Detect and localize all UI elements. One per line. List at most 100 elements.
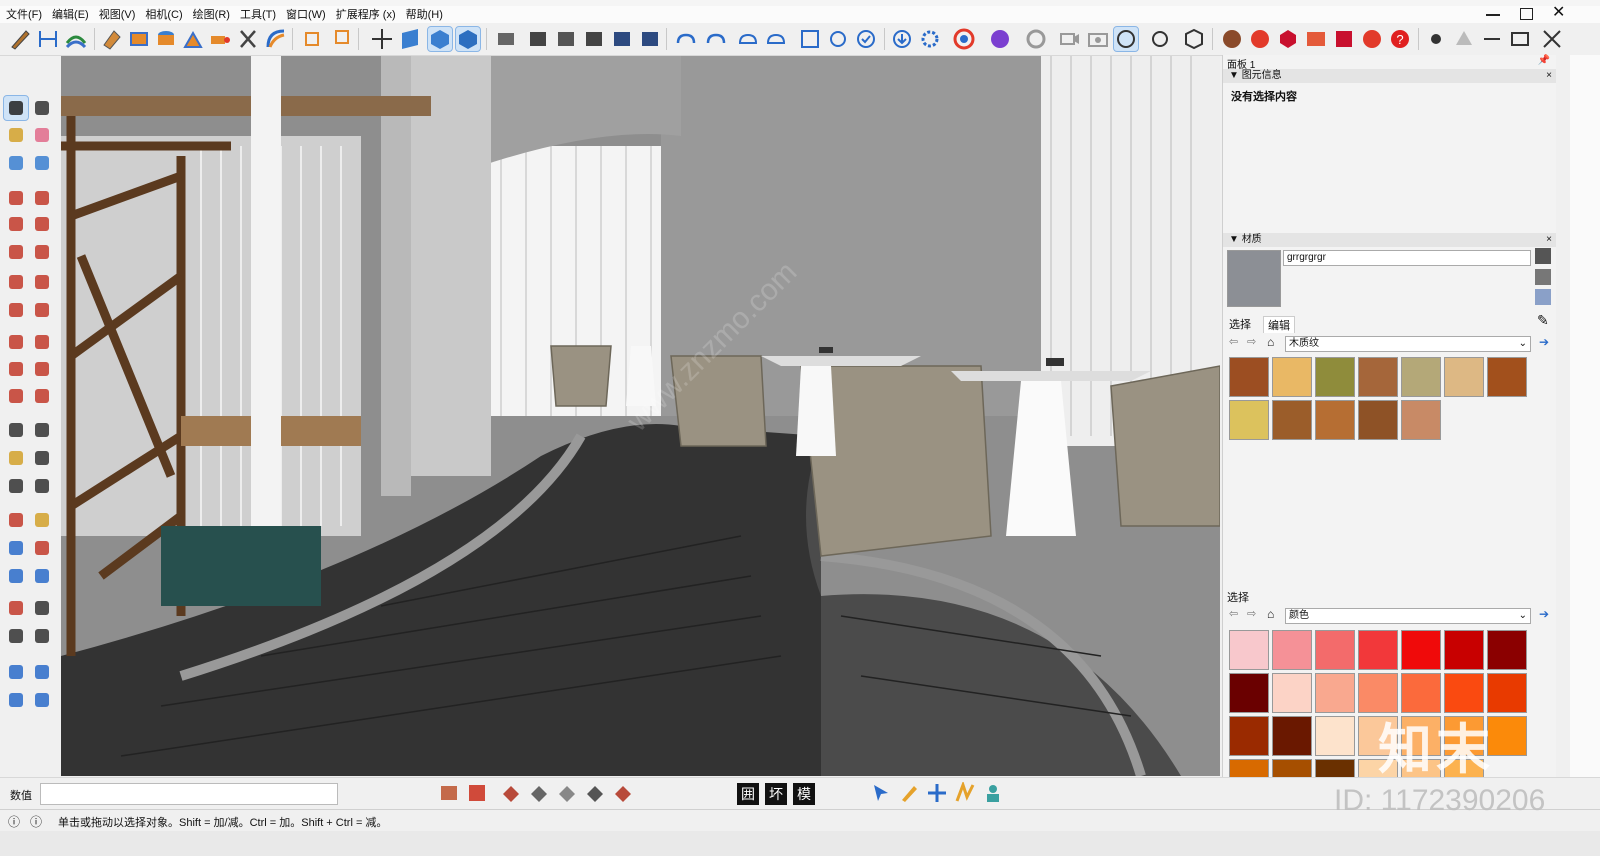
color-swatch[interactable] [1358, 630, 1398, 670]
scissors-icon[interactable] [236, 27, 260, 51]
style-5-icon[interactable] [638, 27, 662, 51]
circle-icon[interactable] [4, 240, 28, 264]
minimize-icon[interactable] [1486, 14, 1500, 16]
color-swatch[interactable] [1272, 716, 1312, 756]
close-icon[interactable]: ✕ [1552, 5, 1565, 21]
settings-icon[interactable] [918, 27, 942, 51]
menu-view[interactable]: 视图(V) [93, 6, 140, 22]
check-cycle-icon[interactable] [854, 27, 878, 51]
color-swatch[interactable] [1487, 630, 1527, 670]
component-icon[interactable] [4, 151, 28, 175]
rotate-icon[interactable] [4, 357, 28, 381]
arc-3-icon[interactable] [30, 298, 54, 322]
x-ray-icon[interactable] [1540, 27, 1564, 51]
walk-icon[interactable] [30, 508, 54, 532]
back-icon[interactable]: ⇦ [1229, 335, 1238, 348]
zoom-window-icon[interactable] [30, 536, 54, 560]
eraser-icon[interactable] [30, 123, 54, 147]
materials-header[interactable]: ▼ 材质 × [1223, 233, 1556, 247]
menu-edit[interactable]: 编辑(E) [46, 6, 93, 22]
value-input[interactable] [40, 783, 338, 805]
material-name-field[interactable]: grrgrgrgr [1283, 250, 1531, 266]
eyedropper-icon[interactable]: ✎ [1537, 312, 1549, 329]
home-icon[interactable]: ⌂ [1267, 335, 1274, 349]
axes-icon[interactable] [370, 27, 394, 51]
iso-view-icon[interactable] [427, 26, 453, 52]
layer-stack-icon[interactable] [494, 27, 518, 51]
color-swatch[interactable] [1272, 673, 1312, 713]
material-swatch[interactable] [1358, 400, 1398, 440]
pointer-icon[interactable] [870, 782, 892, 804]
fog-icon[interactable] [1452, 27, 1476, 51]
stamp-icon[interactable] [4, 688, 28, 712]
protractor-icon[interactable] [4, 446, 28, 470]
pencil-icon[interactable] [8, 27, 32, 51]
material-swatch[interactable] [1487, 357, 1527, 397]
grid-icon[interactable] [466, 782, 488, 804]
entity-info-header[interactable]: ▼ 图元信息 × [1223, 69, 1556, 83]
color-swatch[interactable] [1444, 630, 1484, 670]
style-1-icon[interactable] [526, 27, 550, 51]
cloud-share-icon[interactable] [704, 27, 728, 51]
hand-pan-icon[interactable] [30, 624, 54, 648]
layer-5-icon[interactable] [612, 782, 634, 804]
scale-icon[interactable] [4, 384, 28, 408]
style-3-icon[interactable] [582, 27, 606, 51]
color-swatch[interactable] [1315, 716, 1355, 756]
menu-file[interactable]: 文件(F) [0, 6, 46, 22]
offset-icon[interactable] [208, 27, 232, 51]
help-icon[interactable]: ⓘ [8, 813, 20, 830]
zoom-extents-icon[interactable] [4, 564, 28, 588]
move-icon[interactable] [4, 330, 28, 354]
tab-edit[interactable]: 编辑 [1263, 316, 1295, 333]
layer-3-icon[interactable] [556, 782, 578, 804]
style-button-3[interactable]: 模 [793, 783, 815, 805]
menu-extensions[interactable]: 扩展程序 (x) [330, 6, 400, 22]
material-swatch[interactable] [1229, 357, 1269, 397]
cloud-download-icon[interactable] [764, 27, 788, 51]
material-swatch[interactable] [1229, 400, 1269, 440]
maximize-icon[interactable] [1520, 8, 1533, 20]
secondary-library-dropdown[interactable]: 颜色 ⌄ [1285, 608, 1531, 624]
style-button-1[interactable]: 囲 [737, 783, 759, 805]
3d-text-icon[interactable] [30, 474, 54, 498]
sun-icon[interactable] [1424, 27, 1448, 51]
shaded-view-icon[interactable] [455, 26, 481, 52]
freehand-icon[interactable] [30, 186, 54, 210]
material-swatch[interactable] [1401, 400, 1441, 440]
library-dropdown[interactable]: 木质纹 ⌄ [1285, 336, 1531, 352]
sandbox-icon[interactable] [64, 27, 88, 51]
info-icon[interactable]: ⓘ [30, 813, 42, 830]
tray-scrollbar[interactable] [1556, 55, 1570, 777]
color-swatch[interactable] [1229, 630, 1269, 670]
book-icon[interactable] [1332, 27, 1356, 51]
forward-icon[interactable]: ⇨ [1247, 335, 1256, 348]
pin-icon[interactable]: 📌 [1538, 55, 1550, 66]
follow-me-icon[interactable] [30, 357, 54, 381]
avatar-icon[interactable] [1220, 27, 1244, 51]
rect-icon[interactable] [1508, 27, 1532, 51]
material-swatch[interactable] [1272, 357, 1312, 397]
push-pull-icon[interactable] [30, 330, 54, 354]
color-swatch[interactable] [1229, 673, 1269, 713]
tape-measure-icon[interactable] [4, 418, 28, 442]
style-4-icon[interactable] [610, 27, 634, 51]
material-swatch[interactable] [1358, 357, 1398, 397]
close-icon[interactable]: × [1546, 69, 1552, 83]
menu-help[interactable]: 帮助(H) [400, 6, 447, 22]
menu-window[interactable]: 窗口(W) [280, 6, 330, 22]
box-icon[interactable] [127, 27, 151, 51]
axes-icon[interactable] [4, 474, 28, 498]
chrome-icon[interactable] [952, 27, 976, 51]
render-ai-icon[interactable] [1248, 27, 1272, 51]
help-icon[interactable]: ? [1388, 27, 1412, 51]
menu-draw[interactable]: 绘图(R) [187, 6, 234, 22]
ai-icon[interactable] [1360, 27, 1384, 51]
look-around-icon[interactable] [30, 596, 54, 620]
color-swatch[interactable] [1315, 630, 1355, 670]
arc-2-icon[interactable] [30, 270, 54, 294]
scene-icon[interactable] [438, 782, 460, 804]
video-icon[interactable] [1058, 27, 1082, 51]
text-icon[interactable] [30, 446, 54, 470]
offset-icon[interactable] [30, 384, 54, 408]
